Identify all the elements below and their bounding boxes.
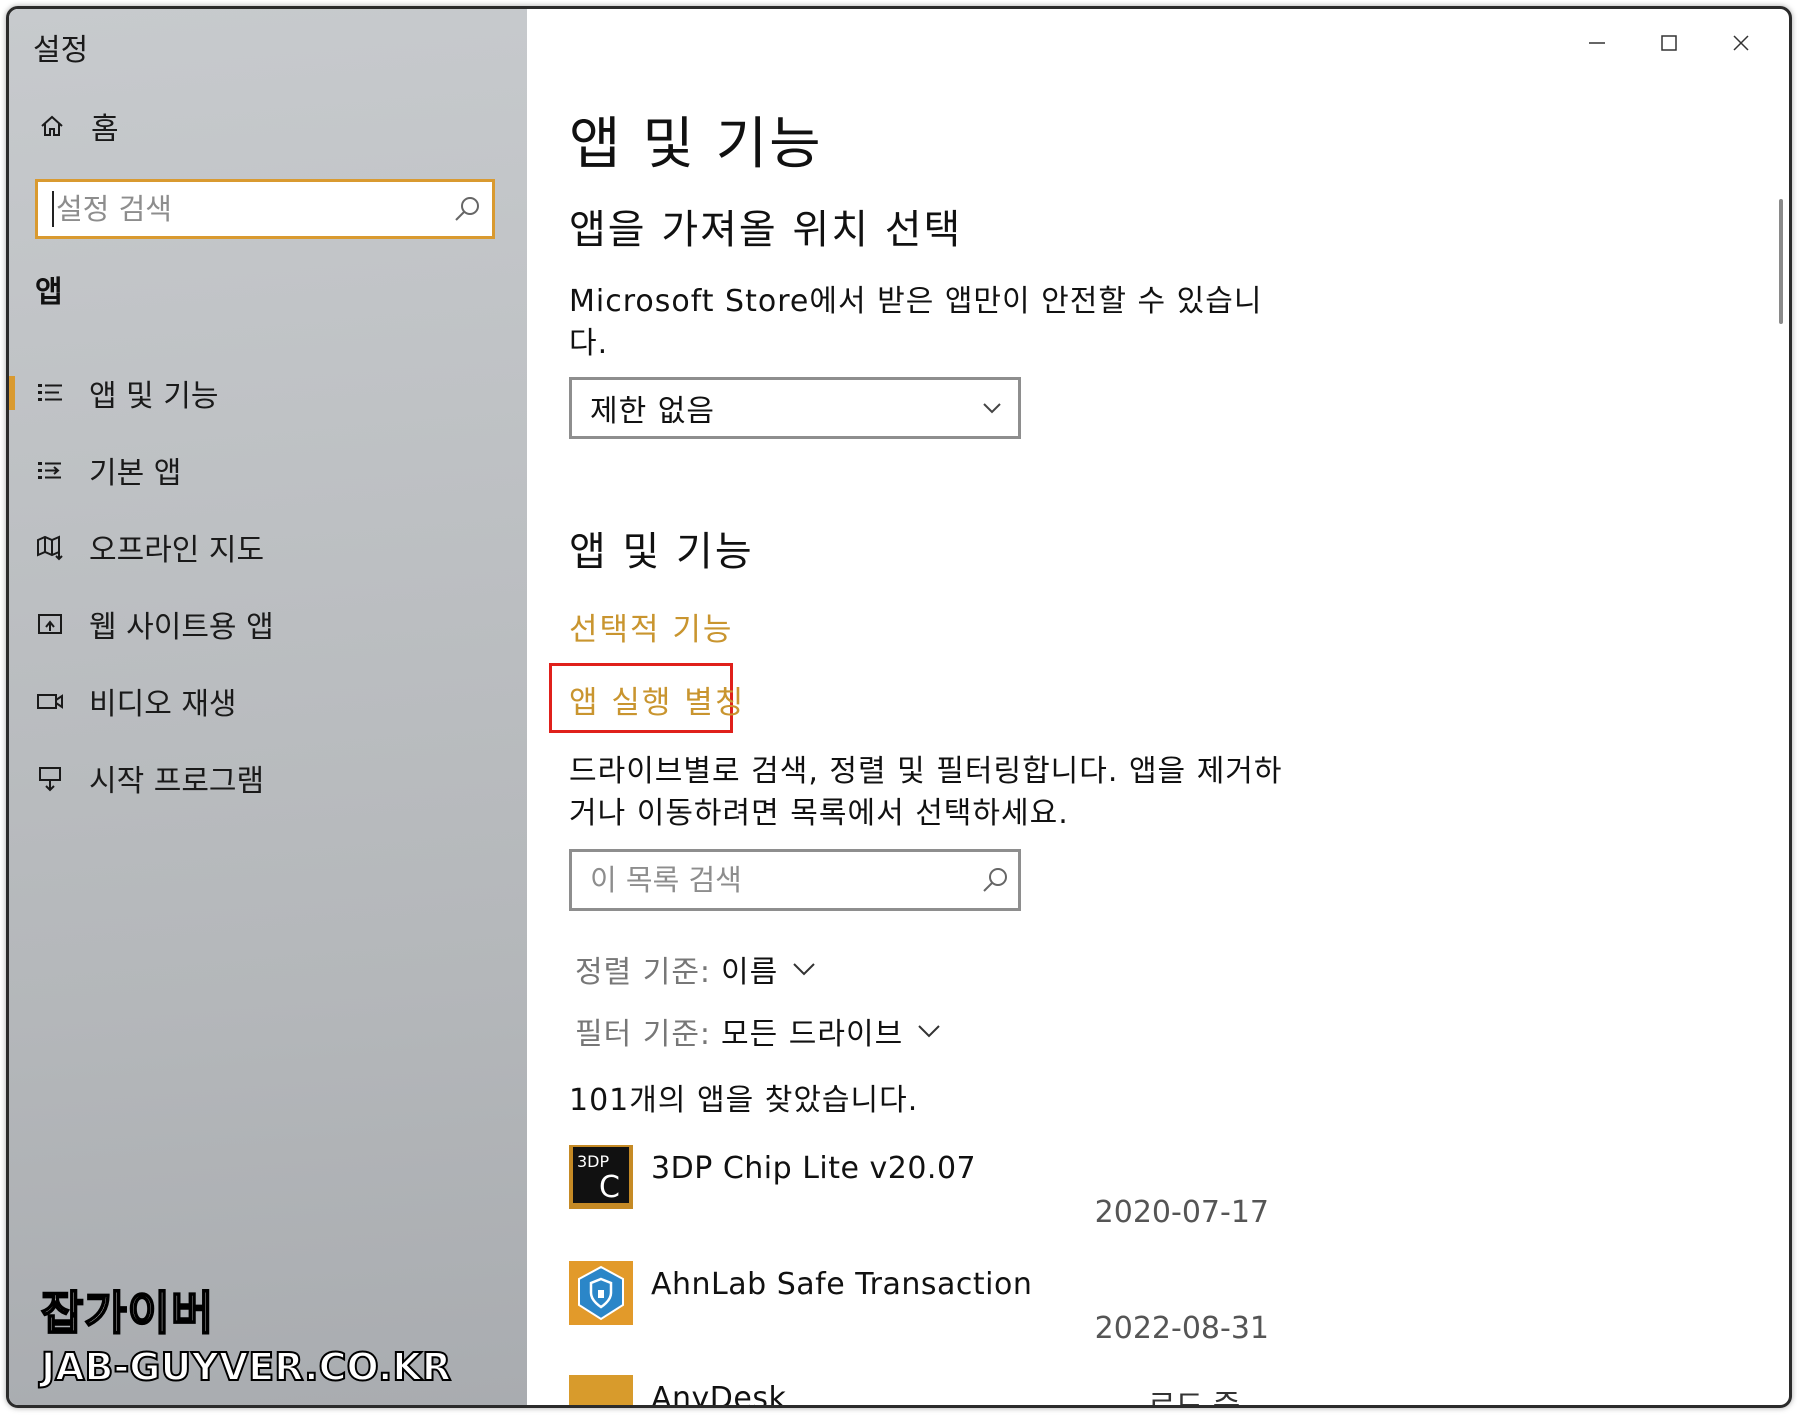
result-count: 101개의 앱을 찾았습니다. (569, 1083, 919, 1118)
sidebar-section-title: 앱 (35, 275, 63, 310)
install-section-heading: 앱을 가져올 위치 선택 (569, 207, 963, 253)
filter-label: 필터 기준: (575, 1017, 712, 1052)
app-list-item[interactable]: AnyDesk 로드 중... (569, 1375, 1269, 1408)
app-execution-aliases-link[interactable]: 앱 실행 별칭 (569, 677, 745, 722)
offline-maps-icon (37, 534, 63, 560)
app-list-search[interactable] (569, 849, 1021, 911)
ahnlab-shield-icon (569, 1261, 633, 1325)
app-name: 3DP Chip Lite v20.07 (651, 1151, 977, 1186)
apps-features-icon (38, 383, 62, 401)
sort-selector[interactable]: 정렬 기준: 이름 (575, 947, 818, 991)
sidebar-item-label: 오프라인 지도 (89, 532, 265, 568)
watermark-url: JAB-GUYVER.CO.KR (40, 1344, 452, 1390)
app-list-search-input[interactable] (588, 862, 980, 898)
sidebar-item-label: 앱 및 기능 (89, 378, 219, 414)
svg-text:C: C (599, 1170, 620, 1205)
app-list-item[interactable]: 3DP C 3DP Chip Lite v20.07 2020-07-17 (569, 1145, 1269, 1245)
default-apps-icon (38, 461, 61, 479)
chevron-down-icon (918, 1025, 940, 1038)
sidebar-nav: 앱 및 기능 기본 앱 오프라인 지도 웹 사이트용 앱 비디오 재생 시작 프… (9, 354, 527, 816)
sort-value: 이름 (721, 955, 779, 990)
close-button[interactable] (1705, 23, 1777, 63)
dropdown-value: 제한 없음 (590, 394, 715, 429)
3dp-chip-icon: 3DP C (569, 1145, 633, 1209)
install-section-description: Microsoft Store에서 받은 앱만이 안전할 수 있습니다. (569, 284, 1263, 361)
settings-search-input[interactable] (54, 191, 452, 227)
svg-text:3DP: 3DP (577, 1152, 610, 1171)
close-icon (1733, 35, 1749, 51)
app-list-item[interactable]: AhnLab Safe Transaction 2022-08-31 (569, 1261, 1269, 1361)
apps-section-description: 드라이브별로 검색, 정렬 및 필터링합니다. 앱을 제거하거나 이동하려면 목… (569, 754, 1283, 831)
sidebar: 설정 홈 앱 앱 및 기능 (9, 9, 527, 1405)
sidebar-item-video-playback[interactable]: 비디오 재생 (9, 662, 527, 739)
sidebar-item-label: 홈 (91, 112, 119, 147)
minimize-button[interactable] (1561, 23, 1633, 63)
sidebar-item-default-apps[interactable]: 기본 앱 (9, 431, 527, 508)
page-title: 앱 및 기능 (569, 112, 823, 177)
maximize-button[interactable] (1633, 23, 1705, 63)
sidebar-item-apps-features[interactable]: 앱 및 기능 (9, 354, 527, 431)
sidebar-item-label: 시작 프로그램 (89, 763, 265, 799)
apps-for-websites-icon (38, 613, 62, 634)
sidebar-item-apps-for-websites[interactable]: 웹 사이트용 앱 (9, 585, 527, 662)
watermark-title: 잡가이버 (40, 1285, 215, 1341)
anydesk-icon (569, 1375, 633, 1405)
window-controls (1561, 23, 1777, 63)
search-icon[interactable] (980, 865, 1010, 895)
video-playback-icon (37, 693, 63, 709)
main-content: 앱 및 기능 앱을 가져올 위치 선택 Microsoft Store에서 받은… (527, 9, 1789, 1405)
minimize-icon (1589, 42, 1605, 44)
settings-search[interactable] (35, 179, 495, 239)
install-source-dropdown[interactable]: 제한 없음 (569, 377, 1021, 439)
sidebar-item-label: 기본 앱 (89, 455, 182, 491)
chevron-down-icon (983, 403, 1001, 414)
sidebar-item-offline-maps[interactable]: 오프라인 지도 (9, 508, 527, 585)
filter-selector[interactable]: 필터 기준: 모든 드라이브 (575, 1009, 943, 1053)
app-name: AhnLab Safe Transaction (651, 1267, 1033, 1302)
app-install-date: 2022-08-31 (1094, 1311, 1269, 1346)
sidebar-item-label: 비디오 재생 (89, 686, 237, 722)
settings-window: 설정 홈 앱 앱 및 기능 (6, 6, 1792, 1408)
search-icon[interactable] (452, 194, 482, 224)
scrollbar[interactable] (1779, 199, 1783, 324)
chevron-down-icon (793, 963, 815, 976)
sidebar-item-startup[interactable]: 시작 프로그램 (9, 739, 527, 816)
maximize-icon (1661, 35, 1677, 51)
sidebar-item-label: 웹 사이트용 앱 (89, 609, 274, 645)
filter-value: 모든 드라이브 (721, 1017, 904, 1052)
optional-features-link[interactable]: 선택적 기능 (569, 604, 733, 649)
startup-icon (39, 766, 61, 791)
window-title: 설정 (33, 33, 89, 68)
watermark: 잡가이버 JAB-GUYVER.CO.KR (40, 1277, 452, 1390)
home-icon (41, 115, 63, 136)
sort-label: 정렬 기준: (575, 955, 712, 990)
app-loading-status: 로드 중... (1148, 1389, 1269, 1408)
apps-section-heading: 앱 및 기능 (569, 529, 754, 575)
sidebar-item-home[interactable]: 홈 (37, 104, 119, 148)
app-install-date: 2020-07-17 (1094, 1195, 1269, 1230)
app-name: AnyDesk (651, 1381, 787, 1408)
